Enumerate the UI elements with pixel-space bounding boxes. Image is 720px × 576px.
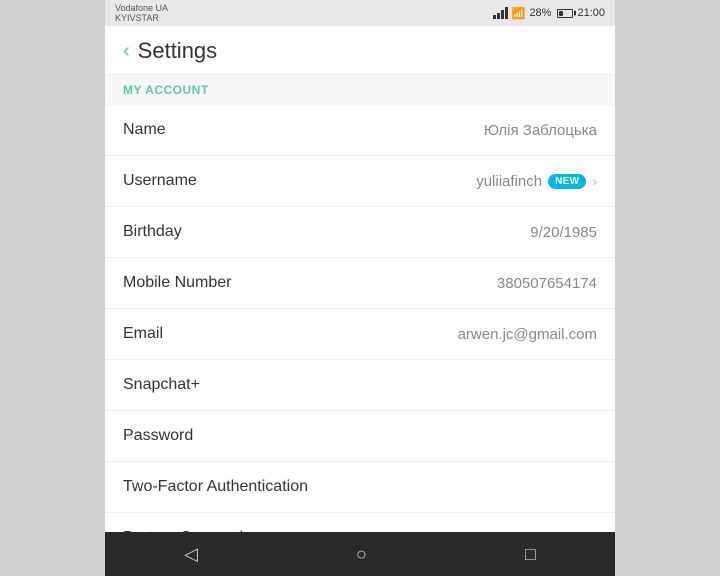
back-button[interactable]: ‹ [123, 40, 130, 63]
settings-item-email[interactable]: Email arwen.jc@gmail.com [105, 309, 615, 360]
settings-header: ‹ Settings [105, 26, 615, 75]
network-name: KYIVSTAR [115, 13, 168, 23]
item-value-mobile: 380507654174 [497, 275, 597, 292]
settings-item-birthday[interactable]: Birthday 9/20/1985 [105, 207, 615, 258]
settings-item-partner-connections[interactable]: Partner Connections [105, 513, 615, 532]
time-display: 21:00 [577, 7, 605, 19]
item-label-snapchat-plus: Snapchat+ [123, 376, 200, 394]
item-value-birthday: 9/20/1985 [530, 224, 597, 241]
nav-recent-button[interactable]: □ [525, 544, 536, 565]
item-label-mobile: Mobile Number [123, 274, 231, 292]
settings-item-name[interactable]: Name Юлія Заблоцька [105, 105, 615, 156]
carrier-info: Vodafone UA KYIVSTAR [115, 3, 168, 23]
item-label-email: Email [123, 325, 163, 343]
item-label-birthday: Birthday [123, 223, 182, 241]
content-area: ‹ Settings MY ACCOUNT Name Юлія Заблоцьк… [105, 26, 615, 532]
item-value-username: yuliiafinch [476, 173, 542, 190]
item-label-2fa: Two-Factor Authentication [123, 478, 308, 496]
settings-item-2fa[interactable]: Two-Factor Authentication [105, 462, 615, 513]
carrier-name: Vodafone UA [115, 3, 168, 13]
nav-bar: ◁ ○ □ [105, 532, 615, 576]
status-right: 📶 28% 21:00 [493, 7, 605, 20]
settings-item-username[interactable]: Username yuliiafinch NEW › [105, 156, 615, 207]
new-badge: NEW [548, 174, 586, 189]
signal-icon [493, 7, 508, 19]
phone-container: Vodafone UA KYIVSTAR 📶 28% 21:00 ‹ [105, 0, 615, 576]
status-bar: Vodafone UA KYIVSTAR 📶 28% 21:00 [105, 0, 615, 26]
section-header-my-account: MY ACCOUNT [105, 75, 615, 105]
settings-list: Name Юлія Заблоцька Username yuliiafinch… [105, 105, 615, 532]
settings-item-password[interactable]: Password [105, 411, 615, 462]
wifi-icon: 📶 [512, 7, 526, 20]
settings-item-snapchat-plus[interactable]: Snapchat+ [105, 360, 615, 411]
username-right: yuliiafinch NEW › [476, 173, 597, 190]
page-title: Settings [138, 38, 218, 64]
battery-icon [557, 9, 573, 18]
battery-percent: 28% [529, 7, 551, 19]
item-label-name: Name [123, 121, 166, 139]
item-label-password: Password [123, 427, 193, 445]
item-value-email: arwen.jc@gmail.com [458, 326, 597, 343]
nav-home-button[interactable]: ○ [356, 544, 367, 565]
nav-back-button[interactable]: ◁ [184, 544, 198, 565]
item-label-username: Username [123, 172, 197, 190]
chevron-right-icon: › [592, 173, 597, 189]
settings-item-mobile[interactable]: Mobile Number 380507654174 [105, 258, 615, 309]
item-value-name: Юлія Заблоцька [484, 122, 597, 139]
